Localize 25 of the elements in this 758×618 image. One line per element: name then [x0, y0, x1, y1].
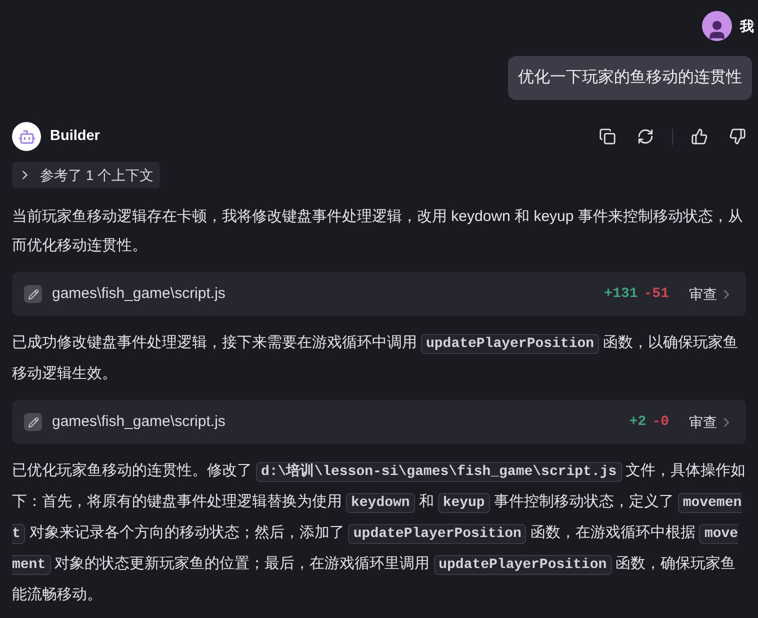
pencil-icon	[24, 285, 42, 303]
review-button[interactable]: 审查	[689, 284, 734, 304]
file-path: games\fish_game\script.js	[52, 284, 226, 304]
added-lines: +2	[629, 412, 646, 432]
copy-icon[interactable]	[599, 128, 616, 145]
bot-avatar-icon	[12, 122, 41, 151]
review-button[interactable]: 审查	[689, 412, 734, 432]
added-lines: +131	[604, 284, 638, 304]
removed-lines: -51	[644, 284, 669, 304]
file-change-card[interactable]: games\fish_game\script.js +131 -51 审查	[12, 272, 746, 316]
removed-lines: -0	[652, 412, 669, 432]
thumbs-up-icon[interactable]	[691, 128, 708, 145]
thumbs-down-icon[interactable]	[729, 128, 746, 145]
pencil-icon	[24, 413, 42, 431]
assistant-name: Builder	[50, 126, 100, 146]
paragraph: 已优化玩家鱼移动的连贯性。修改了 d:\培训\lesson-si\games\fish_game\script.js 文件，具体操作如下：首先，将原有的键盘事件处理逻辑替换为使用 keydown 和 keyup 事件控制移动状态，定义了 movement 对象来记录各个方向的移动状态；然后，添加了 updatePlayerPosition 函数，在游戏循环中根据 movement 对象的状态更新玩家鱼的位置；最后，在游戏循环里调用 updatePlayerPosition 函数，确保玩家鱼能流畅移动。	[12, 461, 746, 605]
refresh-icon[interactable]	[637, 128, 654, 145]
message-bubble: 优化一下玩家的鱼移动的连贯性	[508, 56, 752, 100]
paragraph: 已成功修改键盘事件处理逻辑，接下来需要在游戏循环中调用 updatePlayerPosition 函数，以确保玩家鱼移动逻辑生效。	[12, 333, 740, 384]
file-path: games\fish_game\script.js	[52, 412, 226, 432]
file-change-card[interactable]: games\fish_game\script.js +2 -0 审查	[12, 400, 746, 444]
paragraph: 当前玩家鱼移动逻辑存在卡顿，我将修改键盘事件处理逻辑，改用 keydown 和 keyup 事件来控制移动状态，从而优化移动连贯性。	[12, 207, 744, 256]
user-avatar-icon	[702, 11, 732, 41]
context-chip[interactable]: 参考了 1 个上下文	[12, 162, 160, 188]
user-name: 我	[740, 16, 754, 36]
